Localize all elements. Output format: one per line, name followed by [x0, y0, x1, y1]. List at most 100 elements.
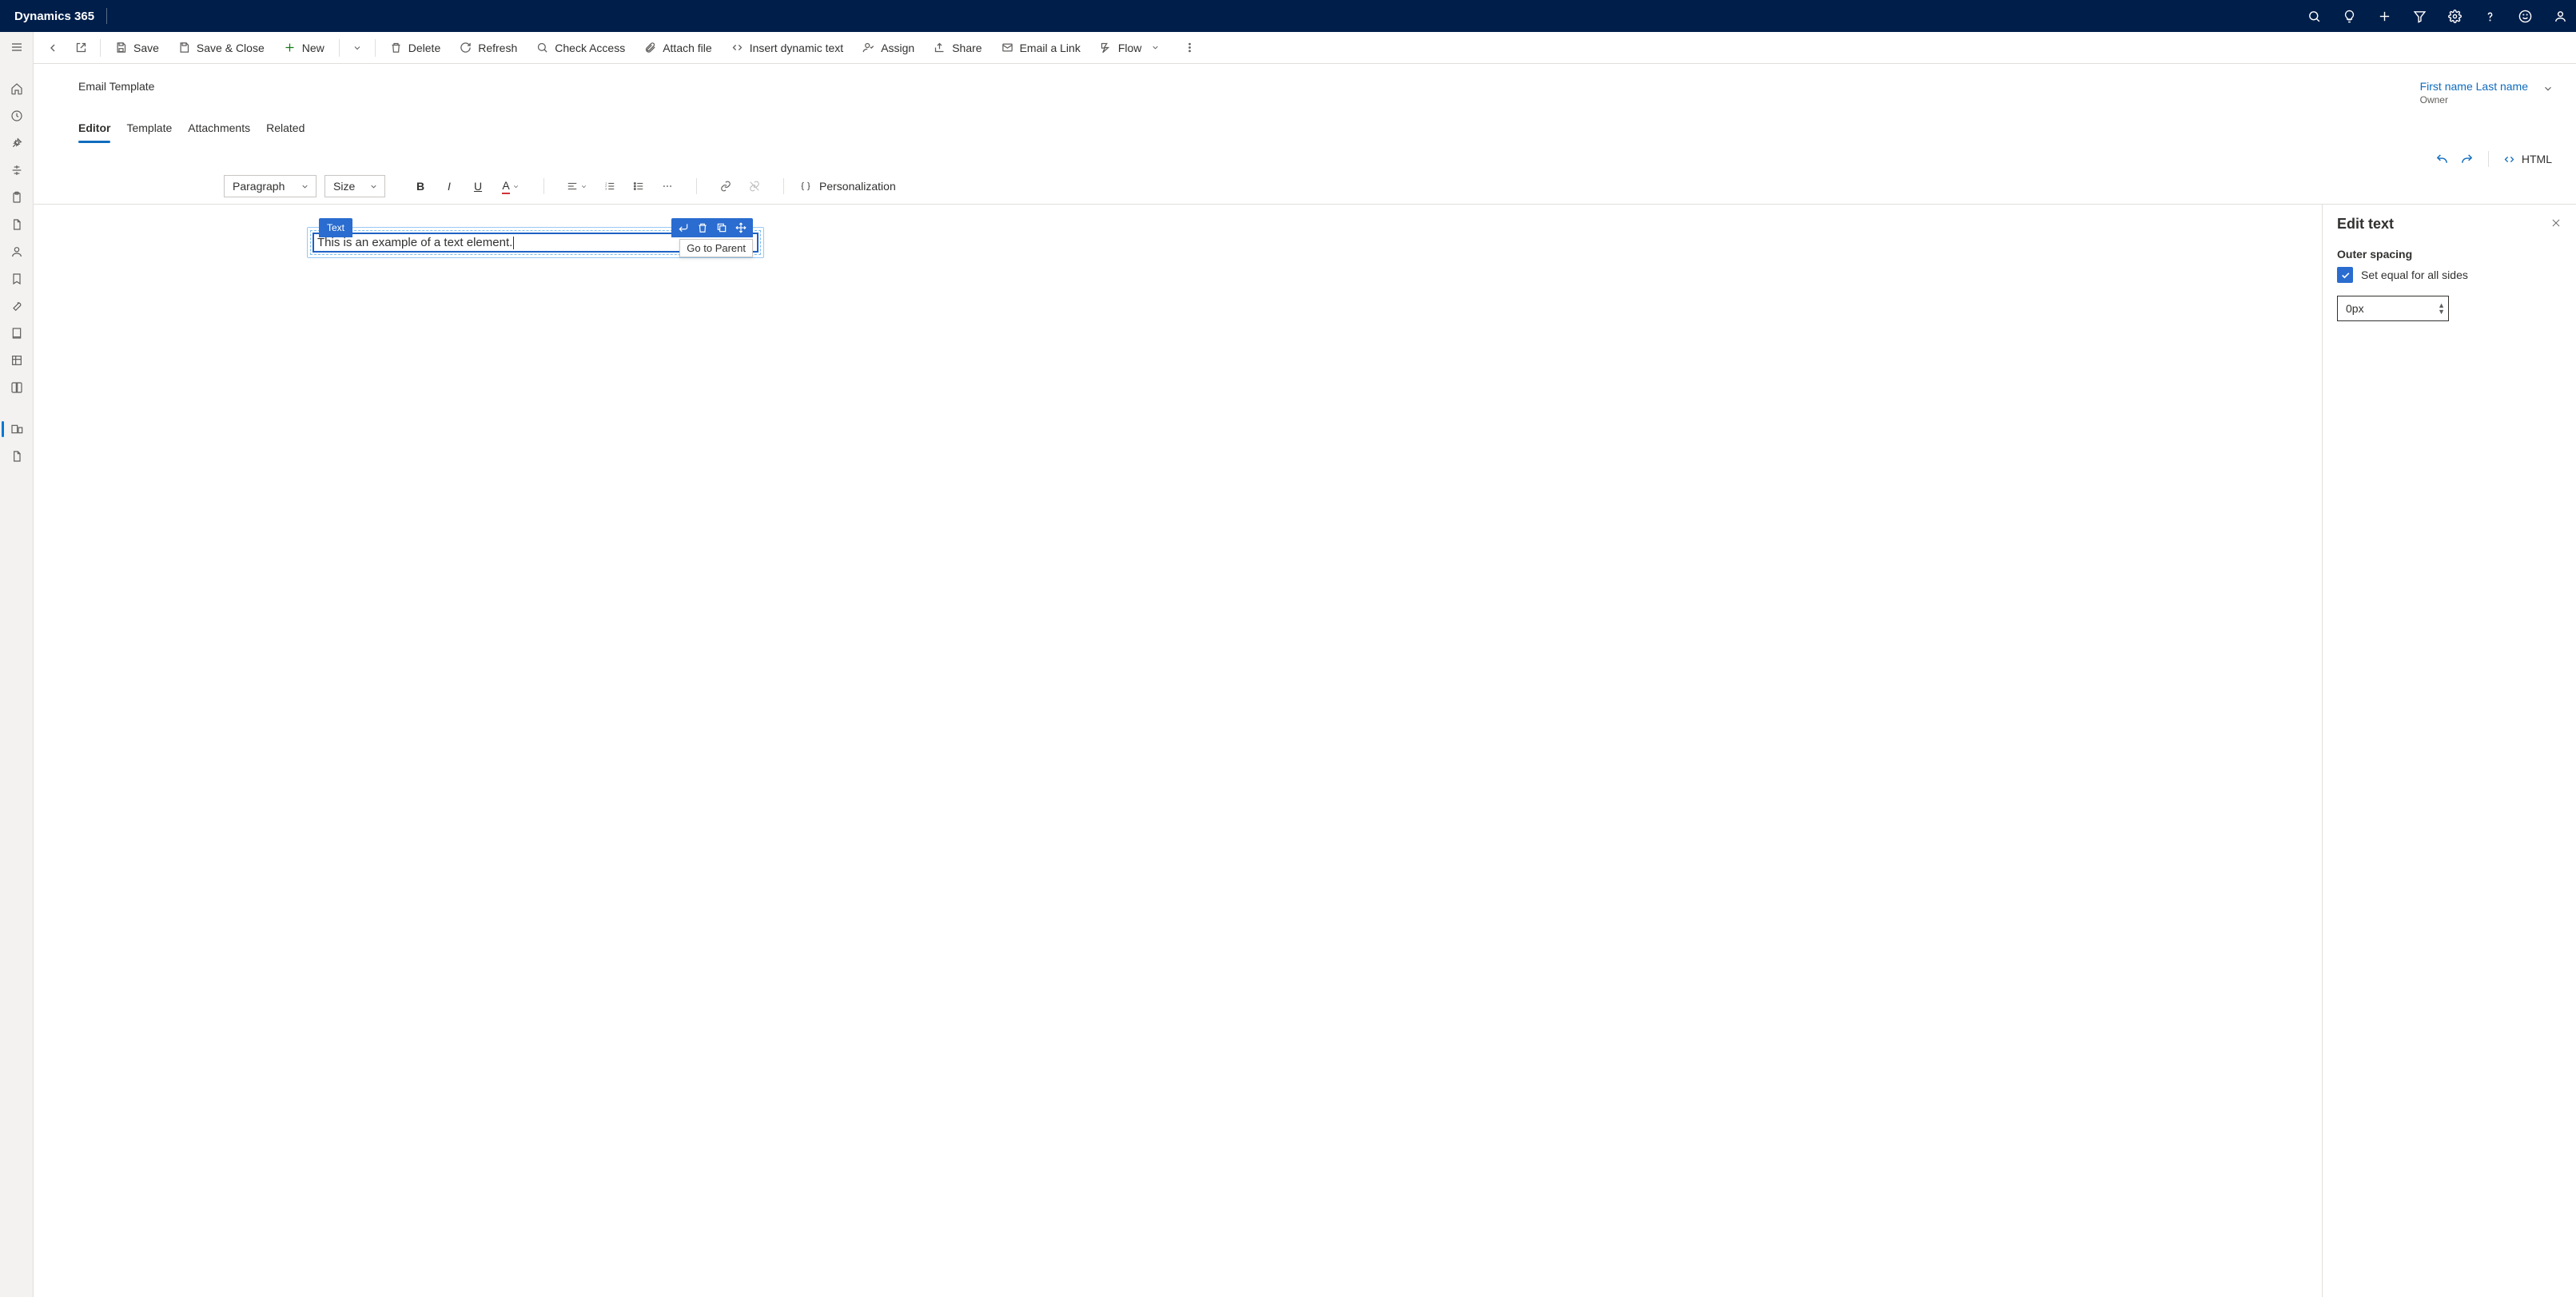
record-header: Email Template First name Last name Owne…: [34, 64, 2576, 105]
tab-editor[interactable]: Editor: [78, 115, 110, 142]
brand-label: Dynamics 365: [14, 10, 94, 23]
spacing-value: 0px: [2346, 302, 2364, 315]
email-link-label: Email a Link: [1020, 42, 1081, 54]
header-chevron-icon[interactable]: [2542, 83, 2554, 97]
checkbox-checked-icon: [2337, 267, 2353, 283]
contacts-icon[interactable]: [0, 238, 34, 265]
font-color-button[interactable]: A: [494, 175, 528, 197]
spacing-spinner[interactable]: 0px ▲ ▼: [2337, 296, 2449, 321]
html-label: HTML: [2522, 153, 2552, 165]
tab-template[interactable]: Template: [126, 115, 172, 142]
open-new-window-icon[interactable]: [69, 35, 94, 61]
insert-dynamic-label: Insert dynamic text: [750, 42, 844, 54]
share-button[interactable]: Share: [926, 35, 989, 61]
clipboard-icon[interactable]: [0, 184, 34, 211]
save-button[interactable]: Save: [107, 35, 167, 61]
bullet-list-button[interactable]: [626, 175, 651, 197]
size-value: Size: [333, 180, 355, 193]
go-to-parent-tooltip: Go to Parent: [679, 239, 753, 257]
pin-icon[interactable]: [0, 129, 34, 157]
overflow-menu-button[interactable]: [1177, 35, 1202, 61]
search-icon[interactable]: [2306, 8, 2322, 24]
align-button[interactable]: [560, 175, 594, 197]
italic-button[interactable]: I: [436, 175, 462, 197]
wrench-icon[interactable]: [0, 292, 34, 320]
lightbulb-icon[interactable]: [2341, 8, 2357, 24]
assign-label: Assign: [881, 42, 914, 54]
close-panel-icon[interactable]: [2550, 217, 2562, 231]
underline-button[interactable]: U: [465, 175, 491, 197]
flow-label: Flow: [1118, 42, 1142, 54]
editor-canvas[interactable]: Text This is an example of a text elemen…: [34, 205, 2322, 1297]
book-icon[interactable]: [0, 374, 34, 401]
bold-button[interactable]: B: [408, 175, 433, 197]
redo-icon[interactable]: [2460, 153, 2474, 166]
personalization-button[interactable]: Personalization: [800, 180, 896, 193]
save-close-label: Save & Close: [197, 42, 265, 54]
sitemap-nav-icon[interactable]: [0, 157, 34, 184]
check-access-label: Check Access: [555, 42, 625, 54]
html-view-button[interactable]: HTML: [2503, 153, 2552, 165]
help-icon[interactable]: [2482, 8, 2498, 24]
paragraph-style-select[interactable]: Paragraph: [224, 175, 317, 197]
duplicate-element-icon[interactable]: [713, 220, 731, 236]
delete-label: Delete: [408, 42, 440, 54]
account-icon[interactable]: [2552, 8, 2568, 24]
paragraph-value: Paragraph: [233, 180, 285, 193]
spin-down-icon[interactable]: ▼: [2438, 308, 2445, 315]
refresh-label: Refresh: [478, 42, 517, 54]
record-subtitle: Email Template: [78, 80, 154, 93]
check-access-button[interactable]: Check Access: [528, 35, 633, 61]
undo-icon[interactable]: [2435, 153, 2449, 166]
flow-button[interactable]: Flow: [1092, 35, 1169, 61]
nav-item-active-icon[interactable]: [0, 416, 34, 443]
nav-item-icon-2[interactable]: [0, 347, 34, 374]
filter-icon[interactable]: [2411, 8, 2427, 24]
text-value: This is an example of a text element.: [317, 236, 512, 249]
attach-file-button[interactable]: Attach file: [636, 35, 719, 61]
numbered-list-button[interactable]: 123: [597, 175, 623, 197]
move-element-icon[interactable]: [732, 220, 750, 236]
gear-icon[interactable]: [2447, 8, 2463, 24]
email-link-button[interactable]: Email a Link: [993, 35, 1089, 61]
more-format-button[interactable]: [655, 175, 680, 197]
document-icon[interactable]: [0, 211, 34, 238]
recent-icon[interactable]: [0, 102, 34, 129]
properties-panel: Edit text Outer spacing Set equal for al…: [2322, 205, 2576, 1297]
delete-element-icon[interactable]: [694, 220, 711, 236]
assign-button[interactable]: Assign: [854, 35, 922, 61]
smiley-icon[interactable]: [2517, 8, 2533, 24]
home-icon[interactable]: [0, 75, 34, 102]
checkbox-label: Set equal for all sides: [2361, 269, 2468, 281]
owner-name-link[interactable]: First name Last name: [2420, 80, 2528, 93]
formatting-toolbar: Paragraph Size B I U A 123 Personalizati: [34, 170, 2576, 205]
save-close-button[interactable]: Save & Close: [170, 35, 273, 61]
personalization-label: Personalization: [819, 180, 896, 193]
insert-dynamic-button[interactable]: Insert dynamic text: [723, 35, 852, 61]
element-type-chip: Text: [319, 218, 352, 237]
hamburger-icon[interactable]: [0, 34, 34, 61]
form-tabs: Editor Template Attachments Related: [34, 105, 2576, 143]
tab-attachments[interactable]: Attachments: [188, 115, 250, 142]
set-equal-checkbox[interactable]: Set equal for all sides: [2337, 267, 2562, 283]
refresh-button[interactable]: Refresh: [452, 35, 525, 61]
bookmark-icon[interactable]: [0, 265, 34, 292]
back-button[interactable]: [40, 35, 66, 61]
tab-related[interactable]: Related: [266, 115, 305, 142]
plus-icon[interactable]: [2376, 8, 2392, 24]
outer-spacing-section-label: Outer spacing: [2337, 248, 2562, 261]
unlink-button[interactable]: [742, 175, 767, 197]
new-split-chevron[interactable]: [346, 35, 368, 61]
go-parent-icon[interactable]: [675, 220, 692, 236]
global-nav-bar: Dynamics 365: [0, 0, 2576, 32]
link-button[interactable]: [713, 175, 739, 197]
element-action-toolbar: [671, 218, 753, 237]
new-button[interactable]: New: [276, 35, 332, 61]
panel-title: Edit text: [2337, 216, 2394, 233]
nav-item-icon-3[interactable]: [0, 443, 34, 470]
text-element-wrapper: Text This is an example of a text elemen…: [307, 227, 764, 258]
font-size-select[interactable]: Size: [324, 175, 385, 197]
delete-button[interactable]: Delete: [382, 35, 448, 61]
nav-item-icon-1[interactable]: [0, 320, 34, 347]
editor-actions-row: HTML: [34, 143, 2576, 170]
